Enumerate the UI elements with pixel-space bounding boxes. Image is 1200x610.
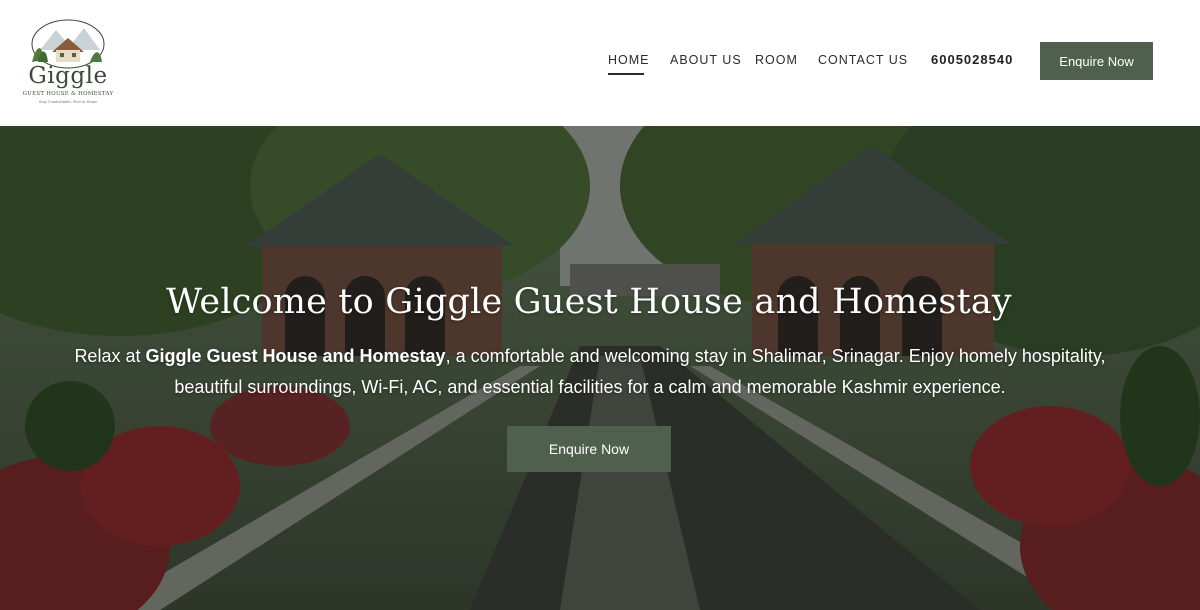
nav-about-us[interactable]: ABOUT US [670, 53, 742, 67]
hero-description: Relax at Giggle Guest House and Homestay… [40, 341, 1140, 403]
header-enquire-button[interactable]: Enquire Now [1040, 42, 1153, 80]
logo-tagline: Stay Comfortable, Feel at Home [38, 100, 98, 104]
site-header: Giggle GUEST HOUSE & HOMESTAY Stay Comfo… [0, 0, 1200, 126]
nav-active-underline [608, 73, 644, 75]
logo-wordmark: Giggle [28, 63, 108, 89]
nav-home[interactable]: HOME [608, 53, 650, 67]
nav-contact-us[interactable]: CONTACT US [818, 53, 908, 67]
logo-subtitle: GUEST HOUSE & HOMESTAY [22, 91, 114, 97]
hero-title: Welcome to Giggle Guest House and Homest… [166, 282, 1012, 322]
hero-enquire-button[interactable]: Enquire Now [507, 426, 671, 472]
site-logo[interactable]: Giggle GUEST HOUSE & HOMESTAY Stay Comfo… [22, 16, 114, 106]
hero-text-bold: Giggle Guest House and Homestay [145, 346, 446, 366]
hero-section: Welcome to Giggle Guest House and Homest… [0, 126, 1200, 610]
nav-room[interactable]: ROOM [755, 53, 798, 67]
phone-number-link[interactable]: 6005028540 [931, 52, 1013, 67]
hero-text-before: Relax at [74, 346, 146, 366]
